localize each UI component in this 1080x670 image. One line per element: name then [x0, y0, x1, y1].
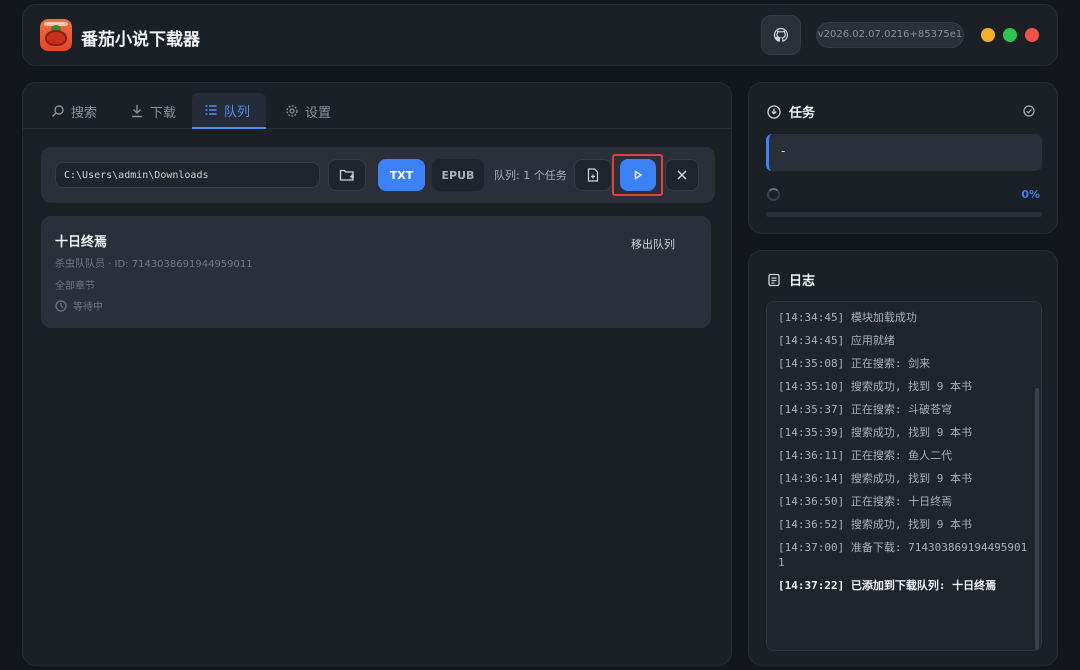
task-panel-title: 任务 — [789, 106, 816, 121]
status-label: 等待中 — [73, 302, 103, 313]
app-logo — [40, 19, 72, 51]
search-icon — [52, 105, 64, 117]
check-circle-icon[interactable] — [1023, 105, 1035, 117]
list-icon — [205, 105, 217, 115]
close-icon — [677, 170, 687, 180]
clear-queue-button[interactable] — [665, 159, 699, 191]
folder-plus-icon — [339, 169, 354, 181]
current-task-text: - — [766, 134, 1042, 171]
remove-from-queue-button[interactable]: 移出队列 — [631, 236, 675, 252]
tab-settings[interactable]: 设置 — [273, 93, 343, 129]
app-header: 番茄小说下载器 v2026.02.07.0216+85375e1 — [22, 4, 1058, 66]
chapter-scope: 全部章节 — [55, 281, 95, 292]
log-list: [14:34:45] 模块加载成功 [14:34:45] 应用就绪 [14:35:0… — [766, 301, 1042, 651]
maximize-button[interactable] — [1003, 28, 1017, 42]
download-icon — [132, 105, 142, 118]
tab-label: 搜索 — [71, 105, 98, 121]
app-title: 番茄小说下载器 — [81, 30, 200, 50]
start-queue-button[interactable] — [620, 159, 656, 191]
log-line: [14:36:50] 正在搜索: 十日终焉 — [778, 495, 953, 508]
github-icon — [773, 27, 789, 42]
format-epub-button[interactable]: EPUB — [432, 159, 484, 191]
tab-queue[interactable]: 队列 — [192, 93, 266, 129]
tab-download[interactable]: 下载 — [118, 93, 188, 129]
log-line: [14:36:11] 正在搜索: 鱼人二代 — [778, 449, 953, 462]
log-panel-header: 日志 — [767, 270, 815, 289]
queue-toolbar: TXT EPUB 队列: 1 个任务 — [41, 147, 715, 203]
tab-label: 队列 — [224, 104, 251, 120]
loading-spinner-icon — [767, 188, 780, 201]
progress-percent: 0% — [1021, 188, 1040, 201]
log-panel: 日志 [14:34:45] 模块加载成功 [14:34:45] 应用就绪 [14:3… — [748, 250, 1058, 666]
download-circle-icon — [767, 104, 781, 119]
close-window-button[interactable] — [1025, 28, 1039, 42]
log-scrollbar[interactable] — [1035, 388, 1039, 650]
log-line: [14:35:37] 正在搜索: 斗破苍穹 — [778, 403, 953, 416]
choose-folder-button[interactable] — [328, 159, 366, 191]
log-line: [14:34:45] 应用就绪 — [778, 334, 895, 347]
version-badge: v2026.02.07.0216+85375e1 — [816, 22, 964, 48]
document-icon — [768, 273, 780, 286]
queue-item: 十日终焉 杀虫队队员 · ID: 7143038691944959011 全部章… — [41, 216, 711, 328]
download-path-input[interactable] — [55, 162, 320, 188]
log-line: [14:35:10] 搜索成功, 找到 9 本书 — [778, 380, 972, 393]
play-icon — [634, 170, 643, 180]
queue-count: 队列: 1 个任务 — [494, 169, 567, 182]
import-file-button[interactable] — [574, 159, 612, 191]
task-panel: 任务 - 0% — [748, 82, 1058, 234]
main-panel: 搜索 下载 队列 设置 TXT EPUB 队列: 1 个任务 — [22, 82, 732, 666]
log-line: [14:36:52] 搜索成功, 找到 9 本书 — [778, 518, 972, 531]
log-panel-title: 日志 — [789, 274, 816, 289]
tab-label: 下载 — [150, 105, 177, 121]
gear-icon — [286, 105, 298, 117]
task-status: 等待中 — [55, 298, 103, 313]
log-line: [14:35:39] 搜索成功, 找到 9 本书 — [778, 426, 972, 439]
log-line: [14:36:14] 搜索成功, 找到 9 本书 — [778, 472, 972, 485]
book-title: 十日终焉 — [55, 235, 108, 250]
book-meta: 杀虫队队员 · ID: 7143038691944959011 — [55, 259, 253, 270]
log-line: [14:34:45] 模块加载成功 — [778, 311, 917, 324]
minimize-button[interactable] — [981, 28, 995, 42]
log-line: [14:37:22] 已添加到下载队列: 十日终焉 — [778, 579, 997, 592]
tab-search[interactable]: 搜索 — [39, 93, 109, 129]
log-line: [14:37:00] 准备下载: 7143038691944959011 — [778, 541, 1028, 569]
format-txt-button[interactable]: TXT — [378, 159, 425, 191]
progress-bar — [766, 212, 1042, 217]
tab-bar: 搜索 下载 队列 设置 — [23, 93, 731, 129]
task-panel-header: 任务 — [767, 102, 815, 121]
file-plus-icon — [587, 168, 599, 182]
clock-icon — [55, 299, 67, 312]
github-button[interactable] — [761, 15, 801, 55]
log-line: [14:35:08] 正在搜索: 剑来 — [778, 357, 931, 370]
tab-label: 设置 — [305, 105, 332, 121]
